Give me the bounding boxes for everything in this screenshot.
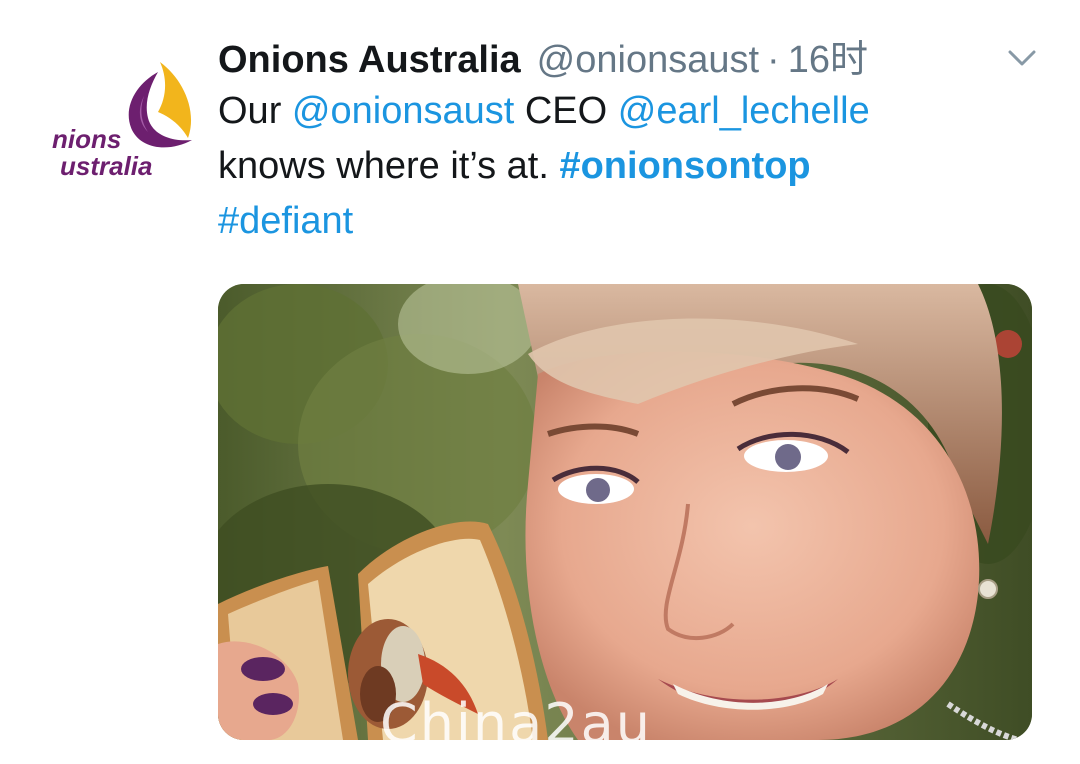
user-handle[interactable]: @onionsaust <box>537 39 759 82</box>
tweet-timestamp[interactable]: 16时 <box>788 28 868 83</box>
tweet-text: Our @onionsaust CEO @earl_lechelle knows… <box>218 84 1038 249</box>
chevron-down-icon[interactable] <box>1004 42 1040 72</box>
separator-dot: · <box>767 39 780 81</box>
tweet-photo[interactable]: Chinа2au <box>218 284 1032 740</box>
tweet-text-part: CEO <box>514 90 618 132</box>
profile-avatar[interactable]: nions ustralia <box>40 50 205 190</box>
svg-text:ustralia: ustralia <box>60 151 153 181</box>
hashtag-link[interactable]: #onionsontop <box>559 145 810 187</box>
tweet-text-part: knows where it’s at. <box>218 145 560 187</box>
watermark-text: Chinа2au <box>380 692 652 740</box>
tweet-header: Onions Australia @onionsaust · 16时 <box>218 28 868 84</box>
display-name[interactable]: Onions Australia <box>218 39 521 82</box>
tweet-card[interactable]: nions ustralia Onions Australia @onionsa… <box>0 0 1080 764</box>
tweet-text-part: Our <box>218 90 292 132</box>
mention-link[interactable]: @onionsaust <box>292 90 514 132</box>
svg-text:nions: nions <box>52 124 121 154</box>
mention-link[interactable]: @earl_lechelle <box>618 90 870 132</box>
hashtag-link[interactable]: #defiant <box>218 200 353 242</box>
onions-australia-logo-icon: nions ustralia <box>52 62 192 181</box>
selfie-sandwich-photo <box>218 284 1032 740</box>
